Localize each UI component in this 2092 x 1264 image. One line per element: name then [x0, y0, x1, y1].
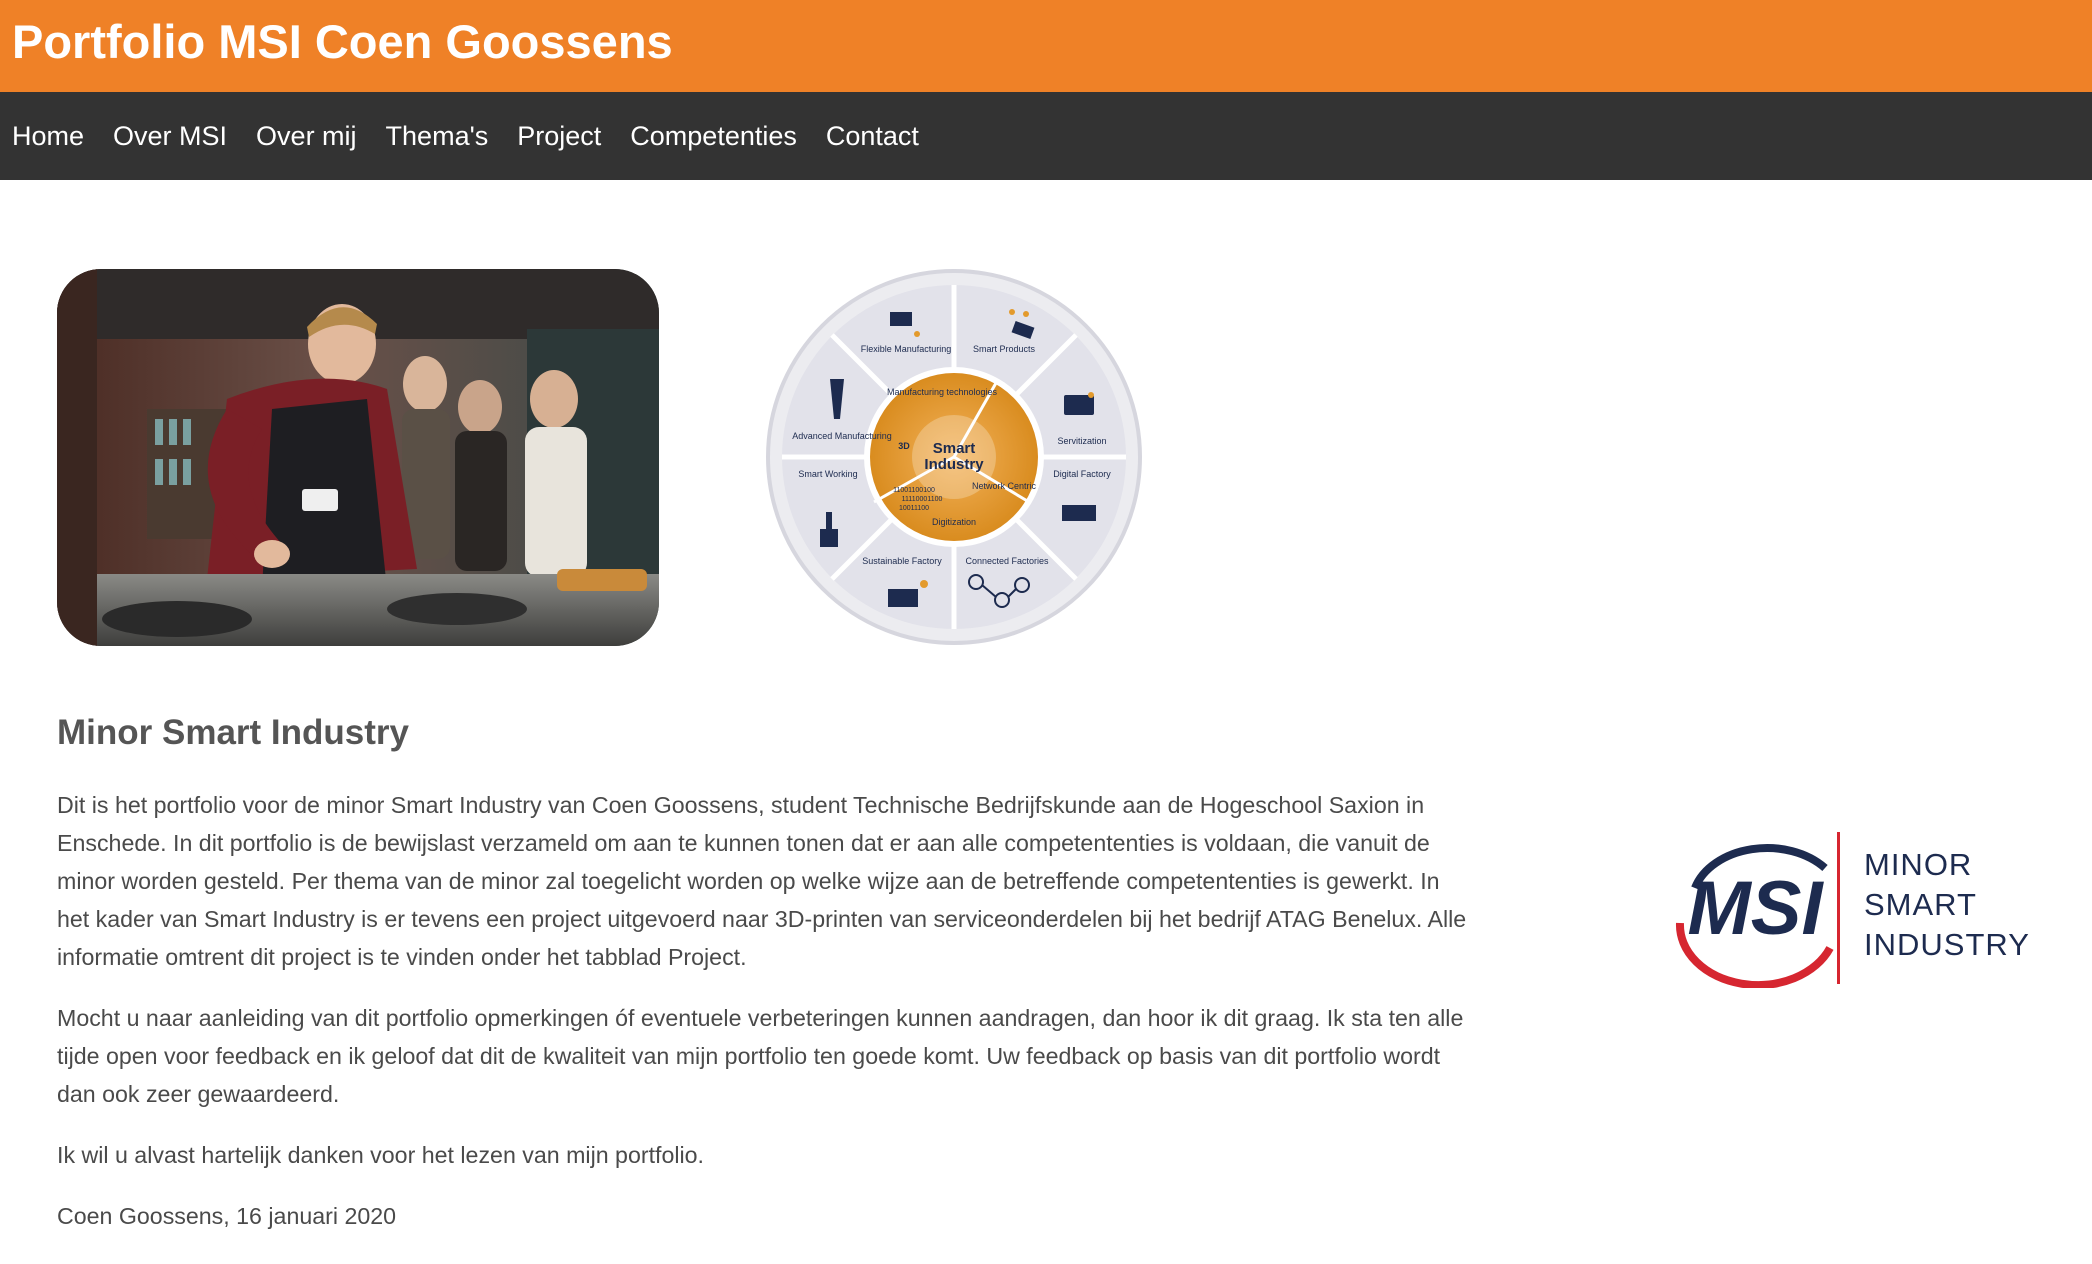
wheel-seg-sustainable: Sustainable Factory: [862, 556, 942, 566]
nav-competenties[interactable]: Competenties: [630, 121, 797, 152]
site-title[interactable]: Portfolio MSI Coen Goossens: [12, 14, 673, 69]
logo-line-smart: SMART: [1864, 887, 1977, 922]
nav-contact[interactable]: Contact: [826, 121, 919, 152]
intro-paragraph-3: Ik wil u alvast hartelijk danken voor he…: [57, 1142, 704, 1168]
main-nav: Home Over MSI Over mij Thema's Project C…: [0, 92, 2092, 180]
logo-msi-mark: MSI: [1687, 866, 1824, 951]
cooking-photo-illustration: [57, 269, 659, 646]
site-header: Portfolio MSI Coen Goossens: [0, 0, 2092, 92]
wheel-seg-flexible: Flexible Manufacturing: [861, 344, 952, 354]
wheel-center-title-1: Smart: [933, 440, 976, 457]
logo-line-minor: MINOR: [1864, 847, 1972, 882]
wheel-seg-servitization: Servitization: [1057, 436, 1106, 446]
nav-over-mij[interactable]: Over mij: [256, 121, 357, 152]
nav-over-msi[interactable]: Over MSI: [113, 121, 227, 152]
wheel-seg-connected: Connected Factories: [965, 556, 1049, 566]
wheel-seg-advanced: Advanced Manufacturing: [792, 431, 892, 441]
wheel-center-title-2: Industry: [924, 456, 984, 473]
intro-text: Dit is het portfolio voor de minor Smart…: [57, 786, 1477, 1258]
page-heading: Minor Smart Industry: [57, 713, 409, 752]
cooking-photo: [57, 269, 659, 646]
wheel-seg-smart-products: Smart Products: [973, 344, 1036, 354]
wheel-inner-3d: 3D: [898, 441, 910, 451]
wheel-inner-digitization: Digitization: [932, 517, 976, 527]
smart-industry-wheel: Smart Industry Manufacturing technologie…: [764, 267, 1144, 647]
factory-icon: [890, 312, 912, 326]
signature-line: Coen Goossens, 16 januari 2020: [57, 1203, 397, 1229]
laptop-icon: [1064, 395, 1094, 415]
logo-line-industry: INDUSTRY: [1864, 927, 2030, 962]
wheel-seg-smart-working: Smart Working: [798, 469, 857, 479]
nav-project[interactable]: Project: [517, 121, 601, 152]
intro-paragraph-2: Mocht u naar aanleiding van dit portfoli…: [57, 1005, 1464, 1107]
wheel-inner-manufacturing: Manufacturing technologies: [887, 387, 998, 397]
intro-paragraph-1: Dit is het portfolio voor de minor Smart…: [57, 792, 1467, 970]
wheel-seg-digital-factory: Digital Factory: [1053, 469, 1111, 479]
wheel-binary-2: 11110001100: [902, 496, 943, 503]
wheel-binary-1: 11001100100: [893, 487, 935, 494]
wheel-binary-3: 10011100: [899, 505, 929, 512]
nav-home[interactable]: Home: [12, 121, 84, 152]
digital-factory-icon: [1062, 505, 1096, 521]
sustainable-factory-icon: [888, 589, 918, 607]
logo-divider: [1837, 832, 1840, 984]
msi-logo: MSI MINOR SMART INDUSTRY: [1655, 828, 2069, 989]
wheel-inner-network: Network Centric: [972, 481, 1037, 491]
nav-themas[interactable]: Thema's: [386, 121, 489, 152]
